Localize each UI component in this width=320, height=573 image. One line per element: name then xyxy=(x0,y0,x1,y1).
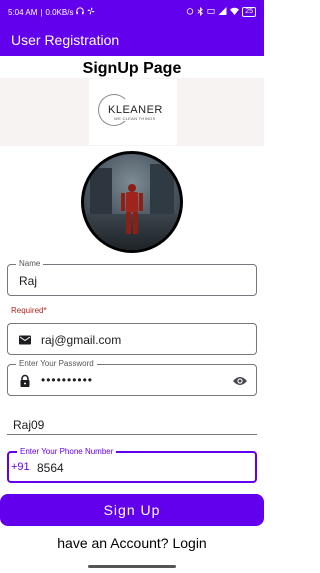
name-label: Name xyxy=(16,259,44,268)
logo-brand-text: KLEANER xyxy=(108,104,163,116)
wifi-icon xyxy=(230,7,240,17)
password-input[interactable]: •••••••••• xyxy=(41,373,93,387)
page-title: SignUp Page xyxy=(82,60,182,77)
battery-indicator: 25 xyxy=(242,7,256,17)
lock-icon xyxy=(18,374,32,388)
app-bar-title: User Registration xyxy=(11,32,120,48)
status-separator: | xyxy=(40,7,43,17)
email-field[interactable]: raj@gmail.com xyxy=(7,323,257,355)
password-label: Enter Your Password xyxy=(16,359,97,368)
name-input[interactable]: Raj xyxy=(19,274,37,288)
password-field[interactable]: Enter Your Password •••••••••• xyxy=(7,359,257,396)
required-error-text: Required* xyxy=(11,306,47,315)
status-bar: 5:04 AM | 0.0KB/s 25 xyxy=(0,0,264,24)
bluetooth-icon xyxy=(197,6,204,18)
phone-input[interactable]: 8564 xyxy=(37,461,64,475)
username-input[interactable]: Raj09 xyxy=(13,418,44,432)
status-time: 5:04 AM xyxy=(8,7,38,17)
avatar-figure xyxy=(121,184,143,240)
logo-tagline: WE CLEAN THINGS xyxy=(114,116,156,121)
email-icon xyxy=(18,333,32,347)
username-field[interactable]: Raj09 xyxy=(7,409,257,435)
visibility-toggle-icon[interactable] xyxy=(232,374,248,388)
login-link[interactable]: have an Account? Login xyxy=(0,535,264,551)
app-bar: User Registration xyxy=(0,24,264,56)
profile-avatar[interactable] xyxy=(81,151,183,253)
phone-field[interactable]: Enter Your Phone Number +91 8564 xyxy=(7,447,257,483)
email-input[interactable]: raj@gmail.com xyxy=(41,333,121,347)
name-field[interactable]: Name Raj xyxy=(7,259,257,296)
headphones-icon xyxy=(76,7,85,17)
status-network-speed: 0.0KB/s xyxy=(45,7,74,17)
phone-label: Enter Your Phone Number xyxy=(17,447,117,456)
signup-button[interactable]: Sign Up xyxy=(0,494,264,526)
fan-icon xyxy=(87,7,96,17)
signal-icon xyxy=(218,7,227,17)
volte-icon xyxy=(207,7,215,17)
country-code-prefix: +91 xyxy=(11,461,30,473)
logo: KLEANER WE CLEAN THINGS xyxy=(89,79,177,145)
home-indicator xyxy=(88,565,176,568)
alarm-icon xyxy=(186,7,194,17)
